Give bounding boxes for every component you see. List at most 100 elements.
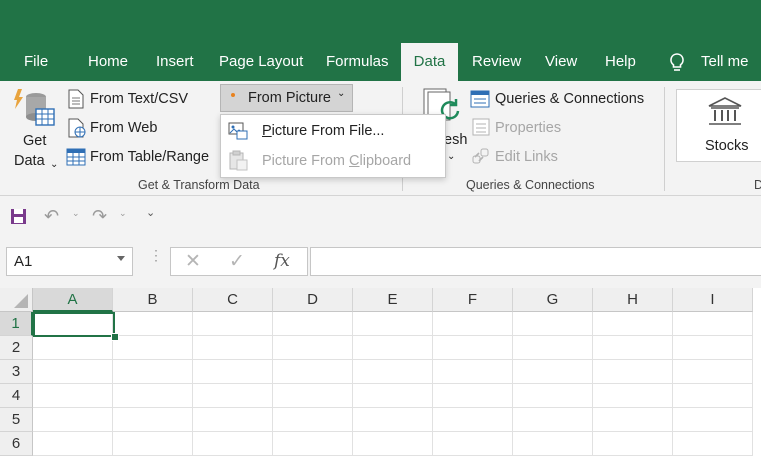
grid-cell[interactable] bbox=[433, 336, 513, 360]
lightbulb-icon[interactable] bbox=[667, 52, 687, 74]
row-header[interactable]: 6 bbox=[0, 432, 33, 456]
grid-cell[interactable] bbox=[33, 360, 113, 384]
name-box[interactable]: A1 bbox=[6, 247, 133, 276]
tab-formulas[interactable]: Formulas bbox=[326, 43, 389, 81]
tell-me-search[interactable]: Tell me w bbox=[701, 43, 761, 108]
column-header[interactable]: C bbox=[193, 288, 273, 312]
grid-cell[interactable] bbox=[33, 408, 113, 432]
edit-links-button[interactable]: Edit Links bbox=[495, 149, 558, 165]
chevron-down-icon[interactable]: ⌄ bbox=[50, 159, 58, 170]
grid-cell[interactable] bbox=[353, 432, 433, 456]
column-header[interactable]: E bbox=[353, 288, 433, 312]
grid-cell[interactable] bbox=[673, 312, 753, 336]
chevron-down-icon[interactable]: ⌄ bbox=[72, 208, 80, 219]
tab-home[interactable]: Home bbox=[88, 43, 128, 81]
cancel-icon[interactable]: ✕ bbox=[185, 250, 201, 273]
grid-cell[interactable] bbox=[113, 384, 193, 408]
grid-cell[interactable] bbox=[273, 384, 353, 408]
grid-cell[interactable] bbox=[513, 336, 593, 360]
grid-cell[interactable] bbox=[673, 432, 753, 456]
grid-cell[interactable] bbox=[593, 408, 673, 432]
grid-cell[interactable] bbox=[353, 336, 433, 360]
grid-cell[interactable] bbox=[353, 408, 433, 432]
grid-cell[interactable] bbox=[193, 432, 273, 456]
grid-cell[interactable] bbox=[353, 360, 433, 384]
get-data-button-line1[interactable]: Get bbox=[23, 133, 46, 149]
grid-cell[interactable] bbox=[433, 384, 513, 408]
save-icon[interactable] bbox=[10, 208, 27, 225]
fill-handle[interactable] bbox=[111, 333, 119, 341]
column-header[interactable]: D bbox=[273, 288, 353, 312]
grid-cell[interactable] bbox=[273, 432, 353, 456]
grid-cell[interactable] bbox=[593, 336, 673, 360]
chevron-down-icon[interactable]: ⌄ bbox=[447, 151, 455, 162]
insert-function-icon[interactable]: fx bbox=[274, 251, 290, 271]
tab-data[interactable]: Data bbox=[401, 43, 458, 81]
tab-help[interactable]: Help bbox=[605, 43, 636, 81]
from-table-range-button[interactable]: From Table/Range bbox=[90, 149, 209, 165]
get-data-button-line2[interactable]: Data bbox=[14, 153, 45, 169]
grid-cell[interactable] bbox=[593, 432, 673, 456]
redo-icon[interactable]: ↷ bbox=[92, 206, 107, 227]
tab-file[interactable]: File bbox=[24, 43, 48, 81]
grid-cell[interactable] bbox=[193, 336, 273, 360]
grid-cell[interactable] bbox=[273, 312, 353, 336]
grid-cell[interactable] bbox=[33, 432, 113, 456]
from-text-csv-button[interactable]: From Text/CSV bbox=[90, 91, 188, 107]
select-all-corner[interactable] bbox=[0, 288, 33, 312]
grid-cell[interactable] bbox=[673, 408, 753, 432]
stocks-button[interactable]: Stocks bbox=[676, 89, 761, 162]
chevron-down-icon[interactable]: ⌄ bbox=[119, 208, 127, 219]
column-header[interactable]: H bbox=[593, 288, 673, 312]
tab-insert[interactable]: Insert bbox=[156, 43, 194, 81]
grid-cell[interactable] bbox=[593, 312, 673, 336]
grid-cell[interactable] bbox=[273, 408, 353, 432]
refresh-all-button[interactable]: esh bbox=[444, 132, 467, 148]
grid-cell[interactable] bbox=[513, 408, 593, 432]
properties-button[interactable]: Properties bbox=[495, 120, 561, 136]
grid-cell[interactable] bbox=[273, 360, 353, 384]
formula-input[interactable] bbox=[310, 247, 761, 276]
tab-view[interactable]: View bbox=[545, 43, 577, 81]
chevron-down-icon[interactable] bbox=[117, 256, 125, 261]
from-picture-button[interactable]: From Picture ⌄ bbox=[220, 84, 353, 112]
column-header[interactable]: F bbox=[433, 288, 513, 312]
grid-cell[interactable] bbox=[113, 360, 193, 384]
grid-cell[interactable] bbox=[513, 360, 593, 384]
grid-cell[interactable] bbox=[33, 336, 113, 360]
grid-cell[interactable] bbox=[433, 408, 513, 432]
column-header[interactable]: I bbox=[673, 288, 753, 312]
enter-check-icon[interactable]: ✓ bbox=[229, 250, 245, 273]
grid-cell[interactable] bbox=[433, 360, 513, 384]
grid-cell[interactable] bbox=[33, 384, 113, 408]
grid-cell[interactable] bbox=[513, 432, 593, 456]
grid-cell[interactable] bbox=[193, 408, 273, 432]
grid-cell[interactable] bbox=[113, 312, 193, 336]
picture-from-clipboard-item[interactable]: Picture From Clipboard bbox=[222, 147, 442, 175]
grid-cell[interactable] bbox=[113, 408, 193, 432]
picture-from-file-item[interactable]: Picture From File... bbox=[222, 117, 442, 145]
grid-cell[interactable] bbox=[673, 384, 753, 408]
column-header[interactable]: A bbox=[33, 288, 113, 312]
tab-review[interactable]: Review bbox=[472, 43, 521, 81]
more-options-icon[interactable]: ⋮ bbox=[149, 248, 163, 262]
grid-cell[interactable] bbox=[113, 432, 193, 456]
grid-cell[interactable] bbox=[593, 384, 673, 408]
row-header[interactable]: 2 bbox=[0, 336, 33, 360]
row-header[interactable]: 4 bbox=[0, 384, 33, 408]
grid-cell[interactable] bbox=[433, 312, 513, 336]
grid-cell[interactable] bbox=[593, 360, 673, 384]
column-header[interactable]: B bbox=[113, 288, 193, 312]
customize-toolbar-icon[interactable]: ⌄ bbox=[146, 206, 155, 219]
grid-cell[interactable] bbox=[353, 384, 433, 408]
undo-icon[interactable]: ↶ bbox=[44, 206, 59, 227]
grid-cell[interactable] bbox=[673, 360, 753, 384]
row-header[interactable]: 5 bbox=[0, 408, 33, 432]
grid-cell[interactable] bbox=[193, 312, 273, 336]
grid-cell[interactable] bbox=[193, 384, 273, 408]
column-header[interactable]: G bbox=[513, 288, 593, 312]
grid-cell[interactable] bbox=[273, 336, 353, 360]
grid-cell[interactable] bbox=[513, 384, 593, 408]
grid-cell[interactable] bbox=[353, 312, 433, 336]
grid-cell[interactable] bbox=[433, 432, 513, 456]
